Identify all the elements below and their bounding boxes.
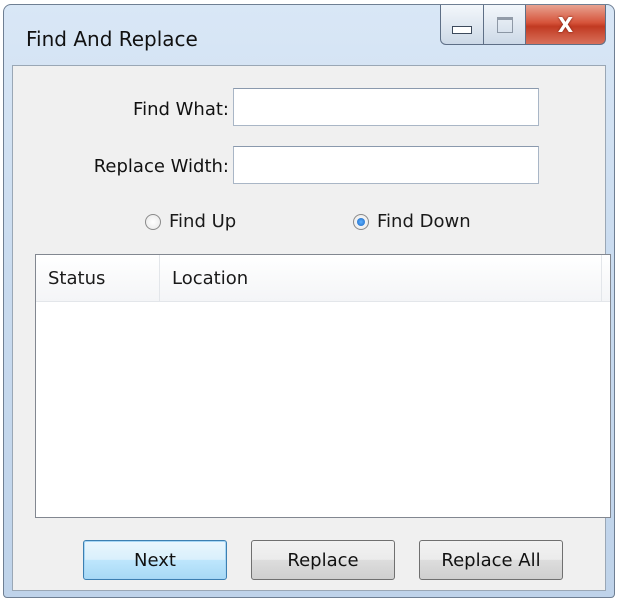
find-what-input[interactable] [233,88,539,126]
close-icon: X [557,12,574,37]
find-up-label: Find Up [169,211,237,232]
replace-with-label: Replace Width: [93,156,229,177]
column-header-status[interactable]: Status [36,255,160,301]
replace-with-input[interactable] [233,146,539,184]
maximize-button[interactable] [484,5,526,45]
column-header-location[interactable]: Location [160,255,602,301]
results-list[interactable]: Status Location [35,254,611,518]
find-down-option[interactable]: Find Down [353,211,471,232]
maximize-icon [496,16,513,33]
replace-button[interactable]: Replace [251,540,395,580]
minimize-icon [452,25,472,34]
find-down-label: Find Down [377,211,471,232]
find-replace-window: Find And Replace X Find What: Replace Wi… [3,4,615,598]
find-what-label: Find What: [133,99,229,120]
results-list-header: Status Location [36,255,610,302]
dialog-body: Find What: Replace Width: Find Up Find D… [12,65,611,591]
replace-all-button[interactable]: Replace All [419,540,563,580]
next-button[interactable]: Next [83,540,227,580]
title-bar[interactable]: Find And Replace X [4,5,614,65]
find-up-option[interactable]: Find Up [145,211,236,232]
caption-buttons: X [440,5,606,45]
window-title: Find And Replace [26,27,198,51]
close-button[interactable]: X [526,5,606,45]
find-up-radio[interactable] [145,213,161,230]
find-down-radio[interactable] [353,213,369,230]
minimize-button[interactable] [440,5,484,45]
